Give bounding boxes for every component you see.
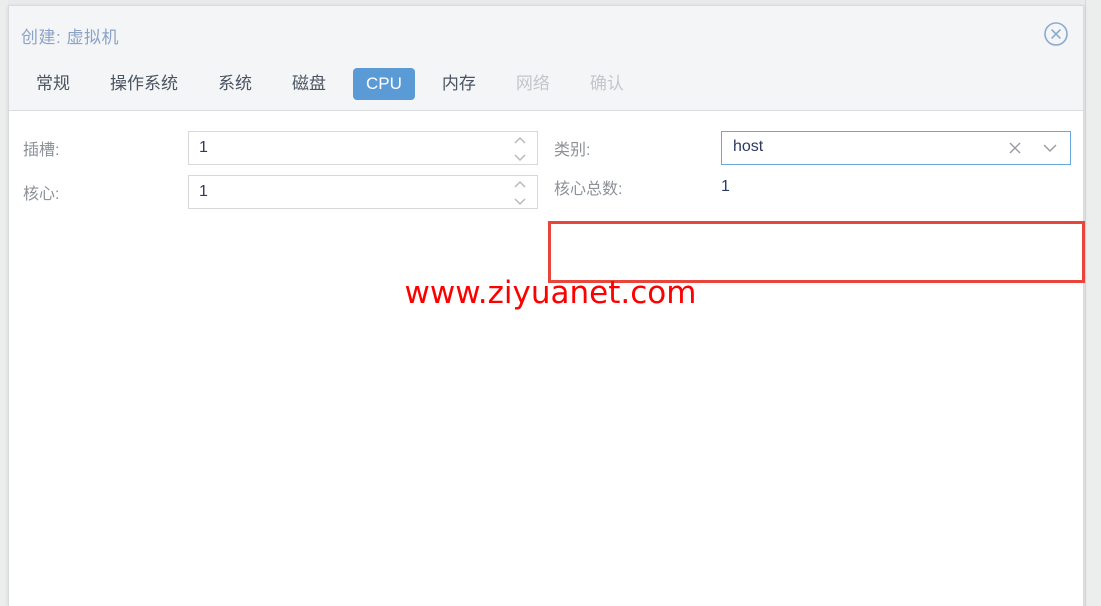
- chevron-down-icon[interactable]: [1042, 143, 1058, 153]
- close-circle-icon[interactable]: [1043, 21, 1069, 47]
- create-vm-dialog: 创建: 虚拟机 常规 操作系统 系统 磁盘 CPU 内存 网络 确认 插槽: 1…: [8, 5, 1085, 606]
- chevron-up-icon: [514, 180, 526, 188]
- page-backdrop: 创建: 虚拟机 常规 操作系统 系统 磁盘 CPU 内存 网络 确认 插槽: 1…: [0, 0, 1101, 606]
- cpu-type-label: 类别:: [554, 142, 591, 159]
- sockets-input-wrapper[interactable]: [188, 131, 538, 165]
- form-row-cores: 核心:: [23, 175, 538, 209]
- dialog-title: 创建: 虚拟机: [21, 28, 119, 47]
- chevron-up-icon: [514, 136, 526, 144]
- clear-x-icon[interactable]: [1007, 140, 1023, 156]
- tab-network: 网络: [515, 74, 550, 93]
- tab-system[interactable]: 系统: [205, 68, 265, 100]
- tab-os[interactable]: 操作系统: [97, 68, 191, 100]
- dialog-header: 创建: 虚拟机 常规 操作系统 系统 磁盘 CPU 内存 网络 确认: [9, 6, 1083, 111]
- form-row-sockets: 插槽:: [23, 131, 538, 165]
- left-gutter: [0, 0, 8, 606]
- dialog-tabs: 常规 操作系统 系统 磁盘 CPU 内存 网络 确认: [23, 68, 651, 100]
- total-cores-value: 1: [721, 178, 730, 195]
- sockets-stepper[interactable]: [512, 136, 528, 162]
- cpu-type-select[interactable]: host: [721, 131, 1071, 165]
- cores-input-wrapper[interactable]: [188, 175, 538, 209]
- dialog-body: 插槽: 核心:: [9, 111, 1085, 605]
- tab-general[interactable]: 常规: [23, 68, 83, 100]
- annotation-highlight-box: [548, 221, 1085, 283]
- form-row-cpu-type: 类别: host: [554, 131, 1071, 165]
- cores-label: 核心:: [23, 186, 60, 203]
- tab-confirm: 确认: [589, 74, 624, 93]
- tab-cpu[interactable]: CPU: [353, 68, 415, 100]
- chevron-down-icon: [514, 154, 526, 162]
- cpu-type-value: host: [733, 138, 764, 155]
- cores-stepper[interactable]: [512, 180, 528, 206]
- tab-memory[interactable]: 内存: [429, 68, 489, 100]
- chevron-down-icon: [514, 198, 526, 206]
- tab-disk[interactable]: 磁盘: [279, 68, 339, 100]
- total-cores-label: 核心总数:: [554, 181, 623, 198]
- right-gutter-scroll-area[interactable]: [1085, 0, 1101, 606]
- sockets-input[interactable]: [189, 132, 509, 164]
- cores-input[interactable]: [189, 176, 509, 208]
- sockets-label: 插槽:: [23, 142, 60, 159]
- form-row-total-cores: 核心总数: 1: [554, 175, 730, 199]
